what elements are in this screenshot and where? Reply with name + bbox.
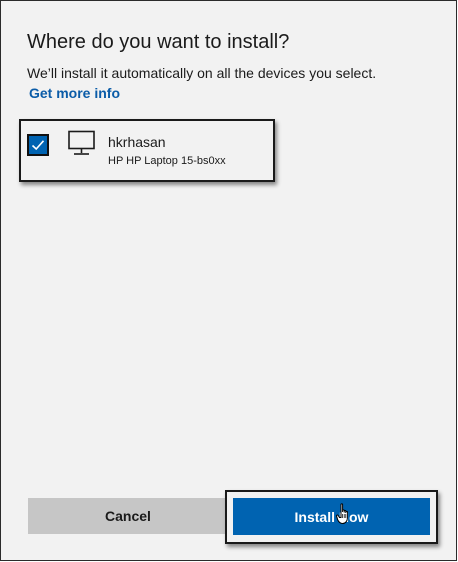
device-model: HP HP Laptop 15-bs0xx [108, 155, 226, 167]
install-button-frame: Install Now [225, 490, 438, 544]
desktop-pc-icon [68, 130, 95, 155]
install-now-button[interactable]: Install Now [233, 498, 430, 535]
device-item[interactable]: hkrhasan HP HP Laptop 15-bs0xx [19, 119, 275, 182]
device-name: hkrhasan [108, 134, 166, 150]
dialog-title: Where do you want to install? [27, 31, 290, 53]
device-checkbox[interactable] [27, 134, 49, 156]
get-more-info-link[interactable]: Get more info [29, 85, 120, 101]
checkmark-icon [31, 140, 45, 151]
dialog-description: We’ll install it automatically on all th… [27, 65, 377, 81]
hand-pointer-icon [336, 503, 348, 525]
install-dialog: Where do you want to install? We’ll inst… [0, 0, 457, 561]
cancel-button[interactable]: Cancel [28, 498, 228, 534]
